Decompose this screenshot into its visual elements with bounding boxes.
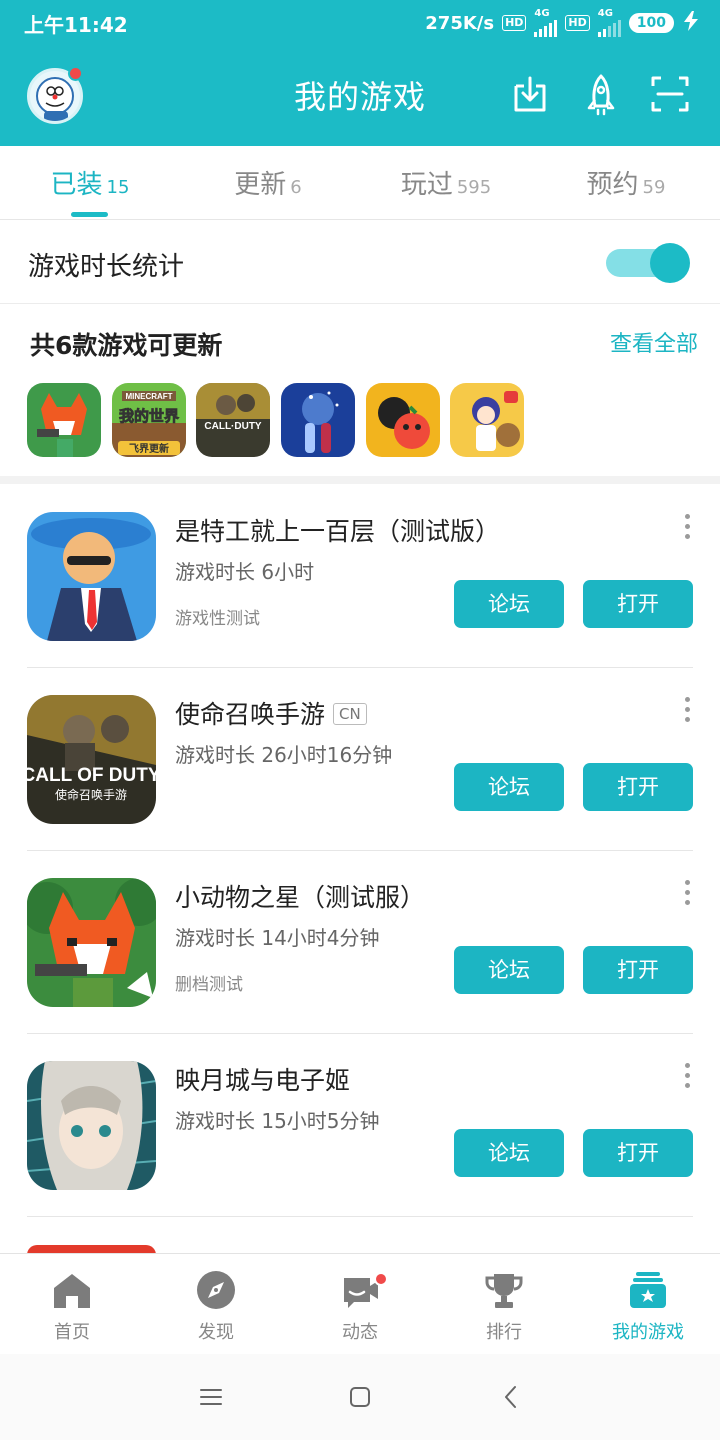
more-options-icon[interactable] — [685, 514, 691, 540]
back-icon[interactable] — [496, 1382, 526, 1412]
open-button[interactable]: 打开 — [583, 763, 693, 811]
nav-ranking[interactable]: 排行 — [432, 1254, 576, 1355]
game-playtime: 游戏时长 14小时4分钟 — [175, 926, 380, 950]
tab-installed[interactable]: 已装 15 — [0, 164, 180, 201]
more-options-icon[interactable] — [685, 697, 691, 723]
charging-icon — [682, 10, 700, 36]
playtime-stats-toggle[interactable] — [606, 243, 692, 283]
feed-badge-dot — [374, 1272, 388, 1286]
forum-button[interactable]: 论坛 — [454, 1129, 564, 1177]
status-indicators: 275K/s HD 4G HD 4G 100 — [425, 9, 700, 37]
bottom-nav: 首页 发现 动态 排行 我的游戏 — [0, 1253, 720, 1354]
minecraft-logo-text: MINECRAFT — [125, 392, 172, 401]
rocket-icon[interactable] — [581, 72, 621, 116]
cod-logo-text: CALL OF DUTY — [27, 765, 156, 786]
signal-icon-2: 4G — [597, 9, 621, 37]
nav-home[interactable]: 首页 — [0, 1254, 144, 1355]
updates-section: 共6款游戏可更新 查看全部 MINECRAFT 我的世界 飞界更新 CALL·D… — [0, 304, 720, 484]
game-playtime: 游戏时长 15小时5分钟 — [175, 1109, 380, 1133]
game-item-animal-star: 小动物之星（测试服） 游戏时长 14小时4分钟 删档测试 论坛 打开 — [27, 850, 693, 1034]
updates-title: 共6款游戏可更新 — [30, 331, 223, 360]
game-playtime: 游戏时长 26小时16分钟 — [175, 743, 393, 767]
game-icon-agent[interactable] — [27, 512, 156, 641]
trophy-icon — [485, 1274, 523, 1308]
game-icon-animal-star[interactable] — [27, 878, 156, 1007]
signal-icon: 4G — [534, 9, 558, 37]
more-options-icon[interactable] — [685, 880, 691, 906]
update-game-icon-girl[interactable] — [450, 383, 524, 457]
game-playtime: 游戏时长 6小时 — [175, 560, 315, 584]
tab-indicator — [71, 212, 108, 217]
hd-badge-2: HD — [565, 15, 590, 31]
hd-badge: HD — [502, 15, 527, 31]
nav-my-games[interactable]: 我的游戏 — [576, 1254, 720, 1355]
nav-feed[interactable]: 动态 — [288, 1254, 432, 1355]
network-speed: 275K/s — [425, 12, 495, 34]
toggle-knob — [650, 243, 690, 283]
game-name: 小动物之星（测试服） — [175, 883, 426, 912]
more-options-icon[interactable] — [685, 1063, 691, 1089]
my-games-icon — [630, 1272, 666, 1308]
status-bar: 上午11:42 275K/s HD 4G HD 4G 100 — [0, 0, 720, 44]
cod-mini-logo-text: CALL·DUTY — [204, 421, 262, 432]
game-name: 使命召唤手游 CN — [175, 695, 367, 731]
game-note: 游戏性测试 — [175, 609, 260, 629]
playtime-stats-label: 游戏时长统计 — [28, 252, 185, 282]
battery-icon: 100 — [628, 13, 674, 33]
tab-played[interactable]: 玩过 595 — [356, 164, 536, 201]
download-icon[interactable] — [510, 72, 550, 116]
tab-updates[interactable]: 更新 6 — [178, 164, 358, 201]
tab-reserved[interactable]: 预约 59 — [536, 164, 716, 201]
region-badge: CN — [333, 703, 367, 725]
system-nav-bar — [0, 1354, 720, 1440]
open-button[interactable]: 打开 — [583, 1129, 693, 1177]
update-game-icon-sky[interactable] — [281, 383, 355, 457]
forum-button[interactable]: 论坛 — [454, 763, 564, 811]
scan-icon[interactable] — [650, 72, 690, 116]
game-note: 删档测试 — [175, 975, 243, 995]
status-time: 上午11:42 — [24, 13, 128, 37]
home-icon — [54, 1274, 90, 1308]
update-game-icon-berry[interactable] — [366, 383, 440, 457]
menu-icon[interactable] — [196, 1382, 226, 1412]
app-header: 上午11:42 275K/s HD 4G HD 4G 100 我的游戏 — [0, 0, 720, 146]
game-icon-cod[interactable]: CALL OF DUTY 使命召唤手游 — [27, 695, 156, 824]
forum-button[interactable]: 论坛 — [454, 946, 564, 994]
update-game-icon-cod[interactable]: CALL·DUTY — [196, 383, 270, 457]
home-square-icon[interactable] — [345, 1382, 375, 1412]
nav-discover[interactable]: 发现 — [144, 1254, 288, 1355]
update-game-icon-minecraft[interactable]: MINECRAFT 我的世界 飞界更新 — [112, 383, 186, 457]
update-game-icon-fox[interactable] — [27, 383, 101, 457]
open-button[interactable]: 打开 — [583, 946, 693, 994]
minecraft-name-text: 我的世界 — [119, 407, 179, 425]
compass-icon — [197, 1271, 235, 1309]
tab-bar: 已装 15 更新 6 玩过 595 预约 59 — [0, 146, 720, 220]
game-name: 是特工就上一百层（测试版） — [175, 517, 501, 546]
view-all-link[interactable]: 查看全部 — [610, 326, 698, 358]
cod-subtitle-text: 使命召唤手游 — [55, 787, 127, 802]
game-name: 映月城与电子姬 — [175, 1066, 351, 1095]
game-icon-moon-city[interactable] — [27, 1061, 156, 1190]
game-item-cod: CALL OF DUTY 使命召唤手游 使命召唤手游 CN 游戏时长 26小时16… — [27, 667, 693, 851]
open-button[interactable]: 打开 — [583, 580, 693, 628]
game-item-agent: 是特工就上一百层（测试版） 游戏时长 6小时 游戏性测试 论坛 打开 — [27, 484, 693, 668]
game-item-moon-city: 映月城与电子姬 游戏时长 15小时5分钟 论坛 打开 — [27, 1033, 693, 1217]
minecraft-badge-text: 飞界更新 — [129, 442, 169, 455]
forum-button[interactable]: 论坛 — [454, 580, 564, 628]
